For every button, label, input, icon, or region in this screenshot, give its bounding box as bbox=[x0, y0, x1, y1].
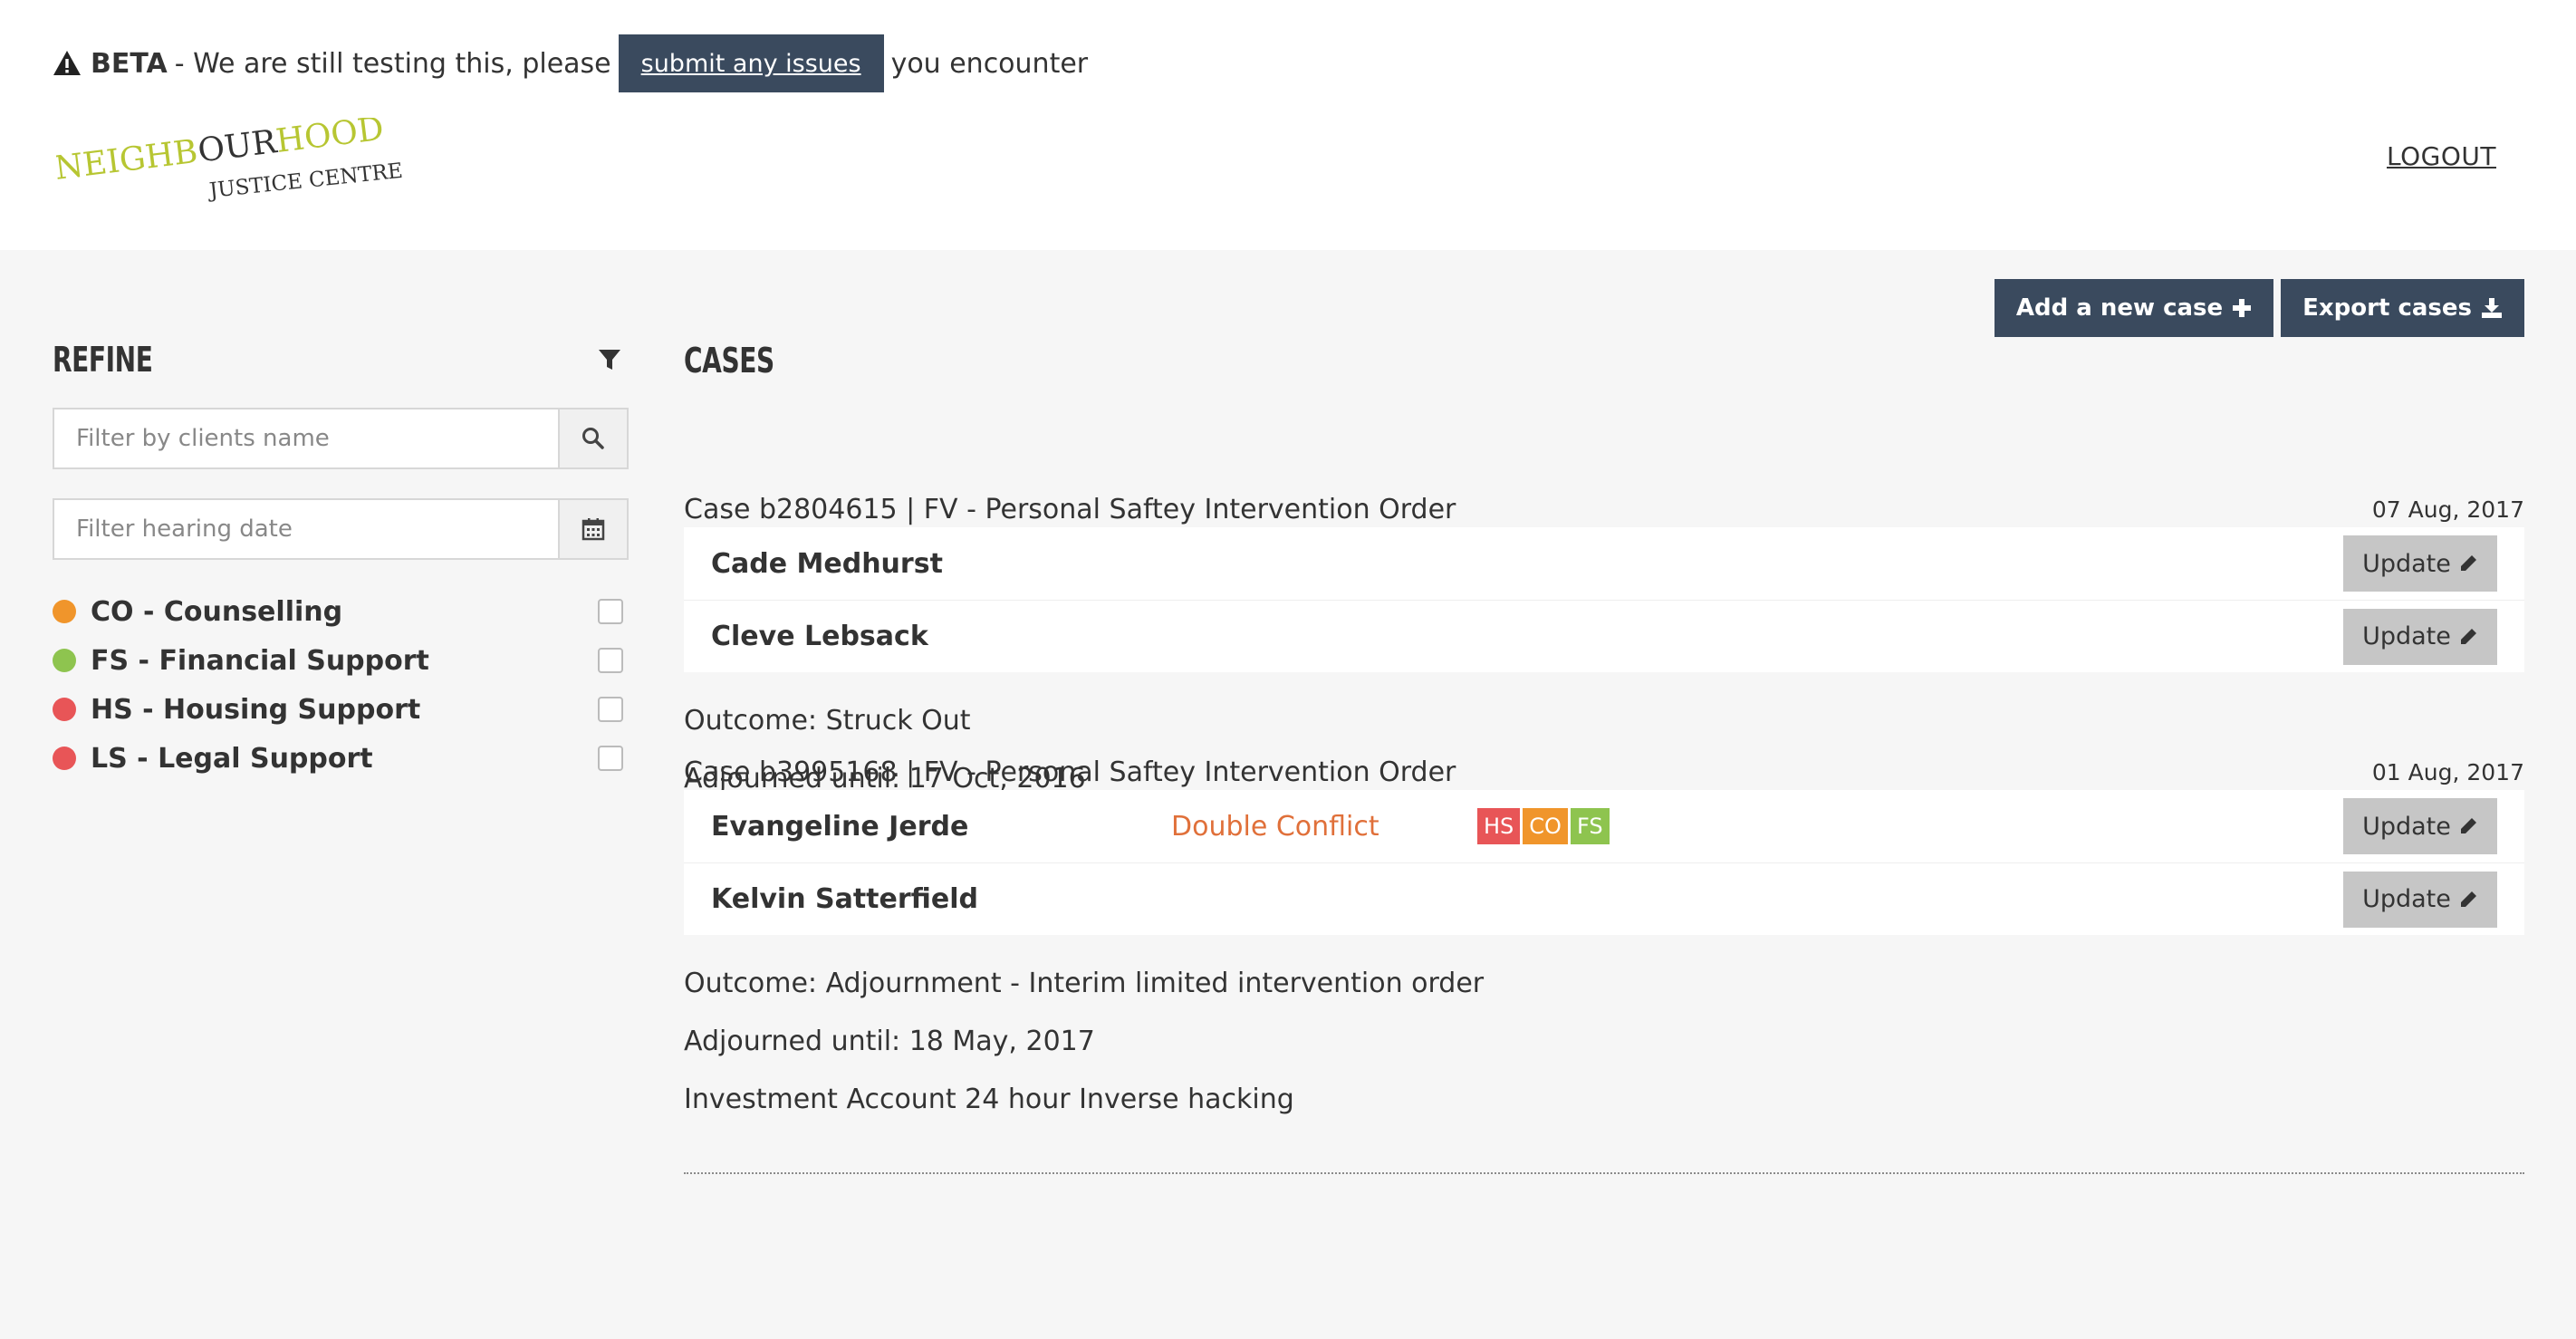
pencil-icon bbox=[2460, 628, 2476, 644]
service-tag: CO bbox=[1523, 808, 1568, 844]
update-button[interactable]: Update bbox=[2343, 871, 2497, 928]
logo-part-3: HOOD bbox=[274, 118, 386, 160]
top-header: BETA - We are still testing this, please… bbox=[0, 0, 2576, 250]
party-name[interactable]: Kelvin Satterfield bbox=[711, 883, 978, 915]
case-actions: Add a new case Export cases bbox=[1994, 279, 2524, 337]
search-icon bbox=[582, 428, 604, 449]
service-color-dot bbox=[53, 698, 76, 721]
case-heading[interactable]: Case b3995168 | FV - Personal Saftey Int… bbox=[684, 756, 1456, 788]
party-row: Kelvin Satterfield Update bbox=[684, 862, 2524, 935]
party-name[interactable]: Cleve Lebsack bbox=[711, 621, 928, 652]
beta-label: BETA bbox=[91, 47, 168, 80]
service-color-dot bbox=[53, 649, 76, 672]
party-name[interactable]: Cade Medhurst bbox=[711, 548, 943, 580]
case-divider bbox=[684, 1172, 2524, 1174]
party-name[interactable]: Evangeline Jerde bbox=[711, 811, 968, 843]
neighbourhood-justice-centre-logo[interactable]: NEIGHBOURHOOD JUSTICE CENTRE bbox=[56, 118, 409, 208]
add-case-label: Add a new case bbox=[2015, 294, 2224, 322]
service-label: CO - Counselling bbox=[91, 595, 343, 628]
case-outcome: Outcome: Adjournment - Interim limited i… bbox=[684, 968, 1485, 999]
case-header: Case b2804615 | FV - Personal Saftey Int… bbox=[684, 491, 2524, 527]
case-heading[interactable]: Case b2804615 | FV - Personal Saftey Int… bbox=[684, 494, 1456, 525]
service-checkbox[interactable] bbox=[598, 648, 623, 673]
update-button[interactable]: Update bbox=[2343, 535, 2497, 592]
logo-part-1: NEIGHB bbox=[56, 133, 200, 188]
calendar-button[interactable] bbox=[558, 500, 627, 558]
update-button[interactable]: Update bbox=[2343, 798, 2497, 854]
search-button[interactable] bbox=[558, 409, 627, 467]
party-row: Cleve Lebsack Update bbox=[684, 600, 2524, 672]
case-date: 01 Aug, 2017 bbox=[2371, 758, 2524, 785]
refine-sidebar: REFINE Filter by clients name Filter hea… bbox=[53, 337, 629, 783]
update-label: Update bbox=[2362, 885, 2451, 913]
filter-icon[interactable] bbox=[596, 346, 623, 373]
refine-title: REFINE bbox=[53, 340, 153, 380]
service-checkbox[interactable] bbox=[598, 599, 623, 624]
party-row: Evangeline Jerde Double Conflict HS CO FS Upd… bbox=[684, 790, 2524, 862]
client-name-filter bbox=[53, 408, 629, 469]
submit-issues-link[interactable]: submit any issues bbox=[618, 34, 884, 92]
case-outcome: Outcome: Struck Out bbox=[684, 705, 971, 737]
add-case-button[interactable]: Add a new case bbox=[1994, 279, 2274, 337]
update-label: Update bbox=[2362, 622, 2451, 650]
export-cases-label: Export cases bbox=[2302, 294, 2472, 322]
case-card: Case b3995168 | FV - Personal Saftey Int… bbox=[684, 754, 2524, 1174]
conflict-label: Double Conflict bbox=[1171, 810, 1379, 843]
service-filter-item: LS - Legal Support bbox=[53, 734, 629, 783]
export-cases-button[interactable]: Export cases bbox=[2281, 279, 2524, 337]
plus-icon bbox=[2233, 299, 2252, 317]
party-row: Cade Medhurst Update bbox=[684, 527, 2524, 600]
hearing-date-filter bbox=[53, 498, 629, 560]
logo-part-2: OUR bbox=[196, 123, 279, 169]
service-filter-item: FS - Financial Support bbox=[53, 636, 629, 685]
warning-icon bbox=[53, 51, 81, 75]
case-parties: Cade Medhurst Update Cleve Lebsack Update bbox=[684, 527, 2524, 672]
case-date: 07 Aug, 2017 bbox=[2371, 496, 2524, 523]
refine-header: REFINE bbox=[53, 337, 629, 382]
pencil-icon bbox=[2460, 818, 2476, 833]
service-filter-item: HS - Housing Support bbox=[53, 685, 629, 734]
update-button[interactable]: Update bbox=[2343, 608, 2497, 665]
service-filter-item: CO - Counselling bbox=[53, 587, 629, 636]
case-adjourned: Adjourned until: 18 May, 2017 bbox=[684, 1026, 1095, 1057]
beta-banner: BETA - We are still testing this, please… bbox=[53, 34, 1088, 92]
service-filter-list: CO - Counselling FS - Financial Support HS… bbox=[53, 587, 629, 783]
case-parties: Evangeline Jerde Double Conflict HS CO FS Upd… bbox=[684, 790, 2524, 935]
service-label: FS - Financial Support bbox=[91, 644, 429, 677]
case-notes: Investment Account 24 hour Inverse hacki… bbox=[684, 1084, 1294, 1115]
logo-subtitle: JUSTICE CENTRE bbox=[207, 159, 404, 203]
client-name-input[interactable] bbox=[54, 409, 558, 467]
calendar-icon bbox=[582, 518, 605, 541]
beta-text: - We are still testing this, please bbox=[174, 47, 611, 80]
case-details: Outcome: Adjournment - Interim limited i… bbox=[684, 955, 2524, 1129]
pencil-icon bbox=[2460, 891, 2476, 907]
main-area: REFINE Filter by clients name Filter hea… bbox=[0, 250, 2576, 1339]
cases-title: CASES bbox=[684, 341, 774, 381]
update-label: Update bbox=[2362, 549, 2451, 578]
pencil-icon bbox=[2460, 555, 2476, 571]
service-tag: FS bbox=[1570, 808, 1610, 844]
service-tag: HS bbox=[1477, 808, 1521, 844]
logout-link[interactable]: LOGOUT bbox=[2387, 141, 2496, 171]
service-checkbox[interactable] bbox=[598, 746, 623, 771]
service-checkbox[interactable] bbox=[598, 697, 623, 722]
download-icon bbox=[2482, 298, 2502, 318]
case-header: Case b3995168 | FV - Personal Saftey Int… bbox=[684, 754, 2524, 790]
service-color-dot bbox=[53, 600, 76, 623]
service-label: LS - Legal Support bbox=[91, 742, 373, 775]
service-label: HS - Housing Support bbox=[91, 693, 421, 726]
service-tags: HS CO FS bbox=[1477, 808, 1610, 844]
beta-suffix: you encounter bbox=[890, 47, 1089, 80]
hearing-date-input[interactable] bbox=[54, 500, 558, 558]
update-label: Update bbox=[2362, 812, 2451, 841]
service-color-dot bbox=[53, 747, 76, 770]
